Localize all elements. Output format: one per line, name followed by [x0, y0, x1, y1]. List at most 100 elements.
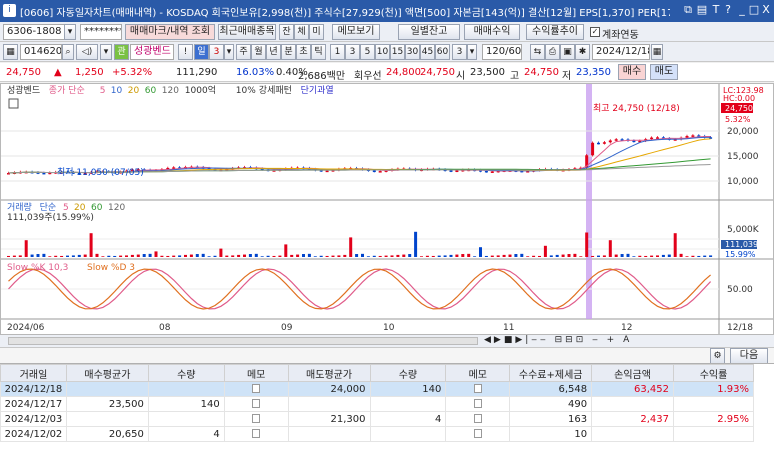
memo-icon[interactable] — [473, 399, 482, 408]
yield-trend-button[interactable]: 수익률추이 — [526, 24, 584, 40]
help-icon[interactable]: ? — [722, 3, 734, 17]
memo-icon[interactable] — [252, 429, 261, 438]
date-input[interactable]: 2024/12/18 — [592, 44, 650, 60]
tab-mi[interactable]: 미 — [309, 24, 324, 40]
min-60[interactable]: 60 — [435, 44, 450, 60]
daily-balance-button[interactable]: 일별잔고 — [398, 24, 460, 40]
min-45[interactable]: 45 — [420, 44, 435, 60]
buy-button[interactable]: 매수 — [618, 64, 646, 80]
volume-bar — [243, 254, 246, 257]
account-link-checkbox[interactable]: ✓ — [590, 27, 600, 37]
memo-view-button[interactable]: 메모보기 — [332, 24, 380, 40]
min-30[interactable]: 30 — [405, 44, 420, 60]
period-week[interactable]: 주 — [236, 44, 251, 60]
sell-button[interactable]: 매도 — [650, 64, 678, 80]
scroll-track[interactable] — [8, 337, 478, 345]
count-input[interactable]: 120/600 — [482, 44, 522, 60]
volume-bar — [107, 255, 111, 257]
min-1[interactable]: 1 — [330, 44, 345, 60]
col-buy-avg[interactable]: 매수평균가 — [65, 364, 149, 382]
dropdown-icon[interactable]: ▾ — [100, 44, 112, 60]
col-fee[interactable]: 수수료+제세금 — [509, 364, 593, 382]
col-buy-memo[interactable]: 메모 — [223, 364, 289, 382]
candle — [372, 170, 376, 173]
col-sell-memo[interactable]: 메모 — [445, 364, 511, 382]
high-label: 고 — [510, 71, 520, 82]
calendar-icon[interactable]: ▦ — [651, 44, 663, 60]
trade-mark-button[interactable]: 매매마크/내역 조회 — [125, 24, 215, 40]
col-date[interactable]: 거래일 — [0, 364, 67, 382]
maximize-button[interactable]: □ — [748, 3, 760, 17]
volume-bar — [437, 255, 441, 257]
vol-axis-label: 5,000K — [727, 225, 760, 235]
period-year[interactable]: 년 — [266, 44, 281, 60]
min-15[interactable]: 15 — [390, 44, 405, 60]
print-icon[interactable]: ⎙ — [545, 44, 560, 60]
stock-chart[interactable]: 최고 24,750 (12/18)최저 11,050 (07/05)LC:123… — [1, 84, 773, 334]
volume-bar — [579, 256, 583, 257]
memo-icon[interactable] — [252, 399, 261, 408]
account-select[interactable]: 6306-1808 — [3, 24, 65, 40]
col-sell-avg[interactable]: 매도평균가 — [287, 364, 371, 382]
tab-che[interactable]: 체 — [294, 24, 309, 40]
period-number[interactable]: 3 — [209, 44, 224, 60]
save-icon[interactable]: ▣ — [560, 44, 575, 60]
memo-icon[interactable] — [252, 384, 261, 393]
settings-gear-icon[interactable]: ⚙ — [710, 348, 725, 364]
memo-icon[interactable] — [252, 414, 261, 423]
chart-scrollbar[interactable]: ◀▶■▶|‒‒ ⊟⊟⊡ ‒ + A — [0, 335, 774, 348]
volume-bar — [390, 255, 394, 257]
memo-icon[interactable] — [473, 414, 482, 423]
search-icon[interactable]: ⌕ — [62, 44, 74, 60]
period-second[interactable]: 초 — [296, 44, 311, 60]
trade-profit-button[interactable]: 매매수익 — [464, 24, 520, 40]
next-button[interactable]: 다음 — [730, 348, 768, 364]
settings-icon[interactable]: ▤ — [696, 3, 708, 17]
volume-bar — [201, 253, 205, 257]
col-return[interactable]: 수익률 — [673, 364, 754, 382]
period-minute[interactable]: 분 — [281, 44, 296, 60]
chart-area[interactable]: 최고 24,750 (12/18) 최저 11,050 (07/05) LC:123… — [0, 83, 774, 335]
volume-bar — [325, 255, 329, 257]
table-row[interactable]: 2024/12/03 21,300 4 163 2,437 2.95% — [0, 411, 754, 427]
info-icon[interactable]: ! — [178, 44, 193, 60]
recent-trades-button[interactable]: 최근매매종목 — [218, 24, 276, 40]
stock-code-input[interactable]: 014620 — [20, 44, 62, 60]
memo-icon[interactable] — [473, 384, 482, 393]
minimize-button[interactable]: _ — [736, 3, 748, 17]
chevron-down-icon[interactable]: ▾ — [64, 24, 76, 40]
memo-icon[interactable] — [473, 429, 482, 438]
min-3[interactable]: 3 — [345, 44, 360, 60]
volume-bar — [160, 255, 164, 257]
chart-nav-icons[interactable]: ◀▶■▶|‒‒ ⊟⊟⊡ ‒ + A — [484, 335, 632, 345]
password-field[interactable]: ******** — [80, 24, 122, 40]
gear-icon[interactable]: ✱ — [575, 44, 590, 60]
text-icon[interactable]: T — [710, 3, 722, 17]
min-select[interactable]: 3 — [452, 44, 467, 60]
min-5[interactable]: 5 — [360, 44, 375, 60]
min-dropdown-icon[interactable]: ▾ — [467, 44, 477, 60]
volume-bar — [349, 237, 353, 257]
link-icon[interactable]: ⧉ — [682, 3, 694, 17]
period-month[interactable]: 월 — [251, 44, 266, 60]
sound-icon[interactable]: ◁) — [76, 44, 98, 60]
sync-icon[interactable]: ⇆ — [530, 44, 545, 60]
table-row[interactable]: 2024/12/02 20,650 4 10 — [0, 426, 754, 442]
tab-jan[interactable]: 잔 — [279, 24, 294, 40]
layout-icon[interactable]: ▦ — [3, 44, 18, 60]
col-pnl[interactable]: 손익금액 — [591, 364, 675, 382]
period-dropdown-icon[interactable]: ▾ — [224, 44, 234, 60]
close-button[interactable]: X — [760, 3, 772, 17]
table-row[interactable]: 2024/12/17 23,500 140 490 — [0, 396, 754, 412]
period-tick[interactable]: 틱 — [311, 44, 326, 60]
favorite-icon[interactable]: 관 — [114, 44, 129, 60]
min-10[interactable]: 10 — [375, 44, 390, 60]
table-row[interactable]: 2024/12/18 24,000 140 6,548 63,452 1.93% — [0, 381, 754, 397]
period-day[interactable]: 일 — [194, 44, 209, 60]
cell-buy-avg: 23,500 — [65, 396, 149, 412]
date-axis-label: 12/18 — [727, 323, 753, 333]
up-arrow-icon: ▲ — [54, 67, 62, 78]
col-buy-qty[interactable]: 수량 — [147, 364, 225, 382]
volume-bar — [461, 254, 465, 257]
col-sell-qty[interactable]: 수량 — [369, 364, 447, 382]
